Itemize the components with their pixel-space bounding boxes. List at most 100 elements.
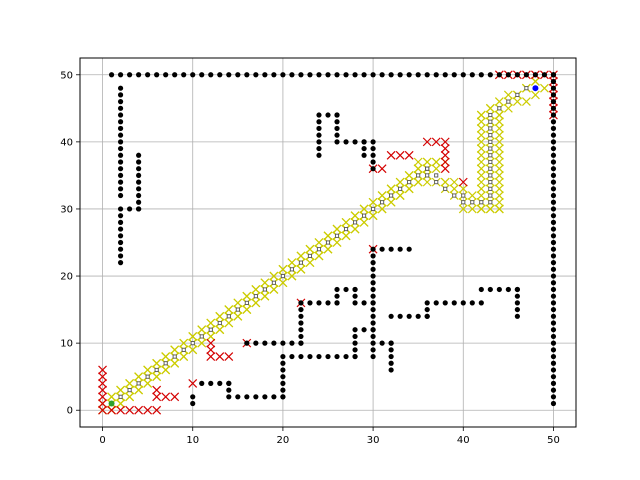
obstacle-point — [370, 152, 376, 158]
obstacle-point — [550, 333, 557, 340]
obstacle-point — [217, 72, 223, 78]
obstacle-point — [117, 253, 124, 259]
open-set-point — [206, 345, 216, 355]
path-point — [470, 200, 475, 205]
obstacle-point — [307, 300, 313, 306]
obstacle-point — [280, 380, 286, 386]
closed-set-point — [494, 184, 504, 194]
path-point — [488, 193, 493, 198]
obstacle-point — [117, 152, 124, 158]
x-tick-label: 10 — [186, 435, 199, 446]
path-point — [380, 200, 385, 205]
obstacle-point — [343, 72, 349, 78]
path-point — [145, 374, 150, 379]
obstacle-point — [190, 72, 196, 78]
obstacle-point — [361, 72, 367, 78]
closed-set-point — [395, 177, 405, 187]
open-set-point — [440, 157, 450, 167]
closed-set-point — [494, 170, 504, 180]
obstacle-point — [550, 78, 557, 85]
obstacle-point — [334, 72, 340, 78]
obstacle-point — [316, 112, 322, 118]
closed-set-point — [494, 164, 504, 174]
obstacle-point — [334, 139, 340, 145]
obstacle-point — [235, 394, 241, 400]
obstacle-point — [334, 119, 340, 125]
obstacle-point — [550, 266, 557, 272]
obstacle-point — [397, 313, 403, 319]
path-point — [343, 227, 349, 232]
obstacle-point — [514, 313, 520, 319]
closed-set-point — [242, 291, 252, 301]
obstacle-point — [397, 72, 403, 78]
obstacle-point — [388, 72, 394, 78]
closed-set-point — [215, 325, 225, 335]
axis-ticks: 0 10 20 30 40 50 0 10 20 30 40 50 — [60, 70, 560, 446]
closed-set-point — [152, 358, 162, 368]
chart-canvas: 0 10 20 30 40 50 0 10 20 30 40 50 — [60, 57, 577, 446]
closed-set-point — [395, 191, 405, 200]
obstacle-point — [370, 280, 376, 286]
obstacle-point — [550, 286, 557, 293]
obstacle-point — [550, 125, 557, 132]
obstacle-point — [298, 72, 304, 78]
closed-set-point — [476, 144, 486, 153]
obstacle-point — [550, 139, 557, 145]
closed-set-point — [404, 170, 414, 180]
obstacle-point — [406, 313, 412, 319]
obstacle-point — [208, 380, 214, 386]
obstacle-point — [370, 300, 376, 306]
path-point — [199, 334, 204, 339]
obstacle-point — [181, 72, 187, 78]
obstacle-point — [334, 300, 340, 306]
obstacle-point — [433, 300, 439, 306]
path-point — [497, 106, 502, 111]
path-point — [488, 200, 493, 205]
closed-set-point — [494, 117, 504, 127]
obstacle-point — [550, 152, 557, 158]
obstacle-point — [370, 159, 376, 165]
closed-set-point — [332, 224, 342, 234]
obstacle-point — [253, 72, 259, 78]
obstacle-point — [280, 367, 286, 373]
obstacle-point — [550, 306, 557, 313]
obstacle-point — [397, 246, 403, 252]
obstacle-point — [550, 145, 557, 152]
path-point — [307, 253, 313, 258]
plot-marks — [98, 70, 558, 415]
path-point — [434, 173, 439, 178]
obstacle-point — [442, 72, 448, 78]
obstacle-point — [550, 320, 557, 326]
closed-set-point — [305, 244, 315, 254]
y-tick-label: 30 — [60, 204, 73, 215]
path-point — [506, 99, 511, 104]
obstacle-point — [163, 72, 169, 78]
y-tick-label: 40 — [60, 137, 73, 148]
obstacle-point — [550, 206, 557, 212]
obstacle-point — [370, 340, 376, 346]
x-tick-label: 0 — [99, 435, 105, 446]
path-point — [362, 213, 367, 218]
path-point — [127, 388, 132, 393]
path-point — [172, 354, 177, 359]
path-point — [353, 220, 358, 225]
closed-set-point — [314, 251, 324, 261]
obstacle-point — [370, 246, 376, 252]
obstacle-point — [316, 152, 322, 158]
obstacle-point — [343, 353, 349, 360]
obstacle-point — [541, 72, 548, 78]
path-point — [488, 133, 493, 138]
obstacle-point — [117, 239, 124, 246]
closed-set-point — [467, 191, 477, 200]
closed-set-point — [422, 177, 432, 187]
obstacle-point — [280, 360, 286, 366]
path-point — [416, 173, 421, 178]
obstacle-point — [199, 72, 205, 78]
obstacle-point — [117, 92, 124, 98]
obstacle-point — [136, 152, 142, 158]
obstacle-point — [352, 139, 358, 145]
path-point — [461, 200, 466, 205]
obstacle-point — [550, 260, 557, 266]
closed-set-point — [521, 97, 531, 107]
open-set-point — [440, 144, 450, 153]
